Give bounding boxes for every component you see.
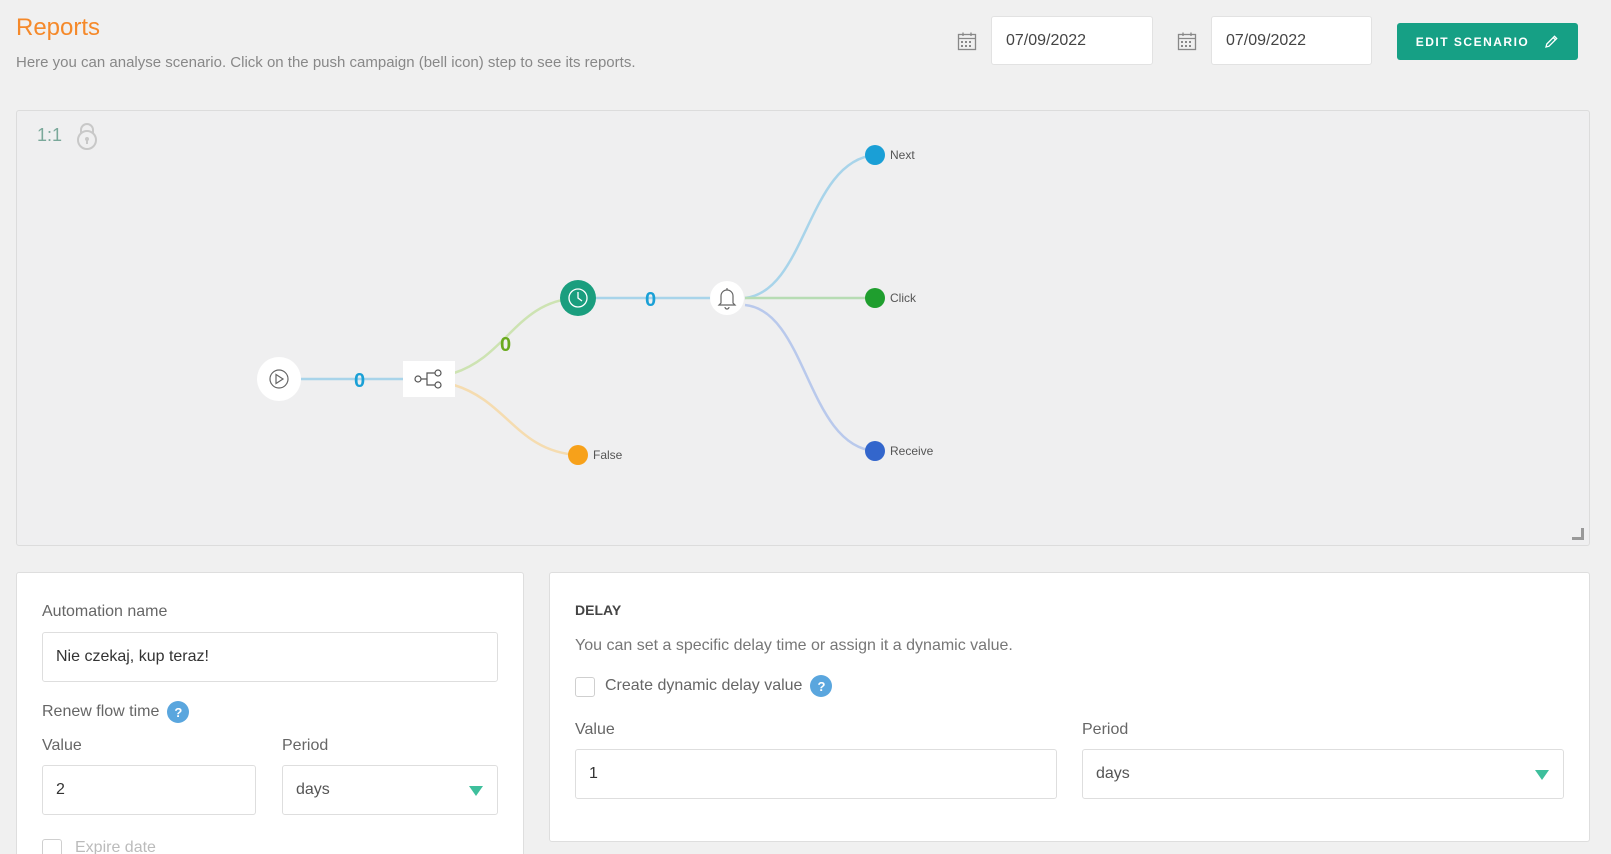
expire-date-label: Expire date (75, 839, 156, 854)
false-branch-dot[interactable] (568, 445, 588, 465)
renew-flow-time-text: Renew flow time (42, 703, 160, 720)
delay-title: DELAY (575, 602, 622, 618)
delay-period-value: days (1096, 765, 1130, 782)
delay-period-label: Period (1082, 721, 1129, 738)
renew-period-value: days (296, 781, 330, 798)
connector-split-true (453, 296, 578, 375)
chevron-down-icon (469, 786, 483, 796)
click-branch-dot[interactable] (865, 288, 885, 308)
help-icon[interactable]: ? (167, 701, 190, 723)
delay-value-label: Value (575, 721, 615, 738)
page-title: Reports (16, 14, 101, 41)
push-campaign-node[interactable] (710, 281, 744, 315)
split-node[interactable] (403, 361, 455, 397)
help-icon[interactable]: ? (810, 675, 833, 697)
count-start-split: 0 (354, 370, 365, 392)
dynamic-delay-text: Create dynamic delay value (605, 677, 803, 694)
edit-scenario-label: EDIT SCENARIO (1415, 34, 1530, 49)
dynamic-delay-label: Create dynamic delay value ? (605, 675, 833, 697)
resize-handle-icon[interactable] (1571, 527, 1585, 541)
dynamic-delay-checkbox[interactable] (575, 677, 595, 697)
date-to-input[interactable]: 07/09/2022 (1211, 16, 1372, 65)
calendar-icon[interactable] (957, 31, 977, 51)
receive-branch-label: Receive (890, 444, 934, 458)
renew-value-label: Value (42, 737, 82, 754)
next-branch-dot[interactable] (865, 145, 885, 165)
connector-split-false (453, 383, 578, 457)
click-branch-label: Click (890, 291, 917, 305)
delay-value-input[interactable]: 1 (575, 749, 1057, 799)
automation-panel: Automation name Nie czekaj, kup teraz! R… (16, 572, 524, 854)
renew-period-label: Period (282, 737, 329, 754)
start-node[interactable] (257, 357, 301, 401)
next-branch-label: Next (890, 148, 915, 162)
count-split-delay: 0 (500, 334, 511, 356)
automation-name-input[interactable]: Nie czekaj, kup teraz! (42, 632, 498, 682)
delay-period-select[interactable]: days (1082, 749, 1564, 799)
count-delay-push: 0 (645, 289, 656, 311)
edit-scenario-button[interactable]: EDIT SCENARIO (1397, 23, 1578, 60)
calendar-icon[interactable] (1177, 31, 1197, 51)
connector-push-receive (744, 303, 876, 453)
delay-node[interactable] (560, 280, 596, 316)
automation-name-label: Automation name (42, 603, 168, 620)
chevron-down-icon (1535, 770, 1549, 780)
false-branch-label: False (593, 448, 623, 462)
delay-panel: DELAY You can set a specific delay time … (549, 572, 1590, 842)
date-from-input[interactable]: 07/09/2022 (991, 16, 1153, 65)
page-subtitle: Here you can analyse scenario. Click on … (16, 54, 636, 71)
scenario-canvas[interactable]: 1:1 0 0 0 False Next Click Receive (16, 110, 1590, 546)
connector-push-next (744, 153, 876, 300)
delay-description: You can set a specific delay time or ass… (575, 637, 1013, 654)
renew-flow-time-label: Renew flow time ? (42, 701, 190, 723)
expire-date-checkbox[interactable] (42, 839, 62, 854)
renew-value-input[interactable]: 2 (42, 765, 256, 815)
pencil-icon (1545, 34, 1558, 48)
flow-diagram: 0 0 0 False Next Click Receive (257, 145, 934, 465)
receive-branch-dot[interactable] (865, 441, 885, 461)
renew-period-select[interactable]: days (282, 765, 498, 815)
